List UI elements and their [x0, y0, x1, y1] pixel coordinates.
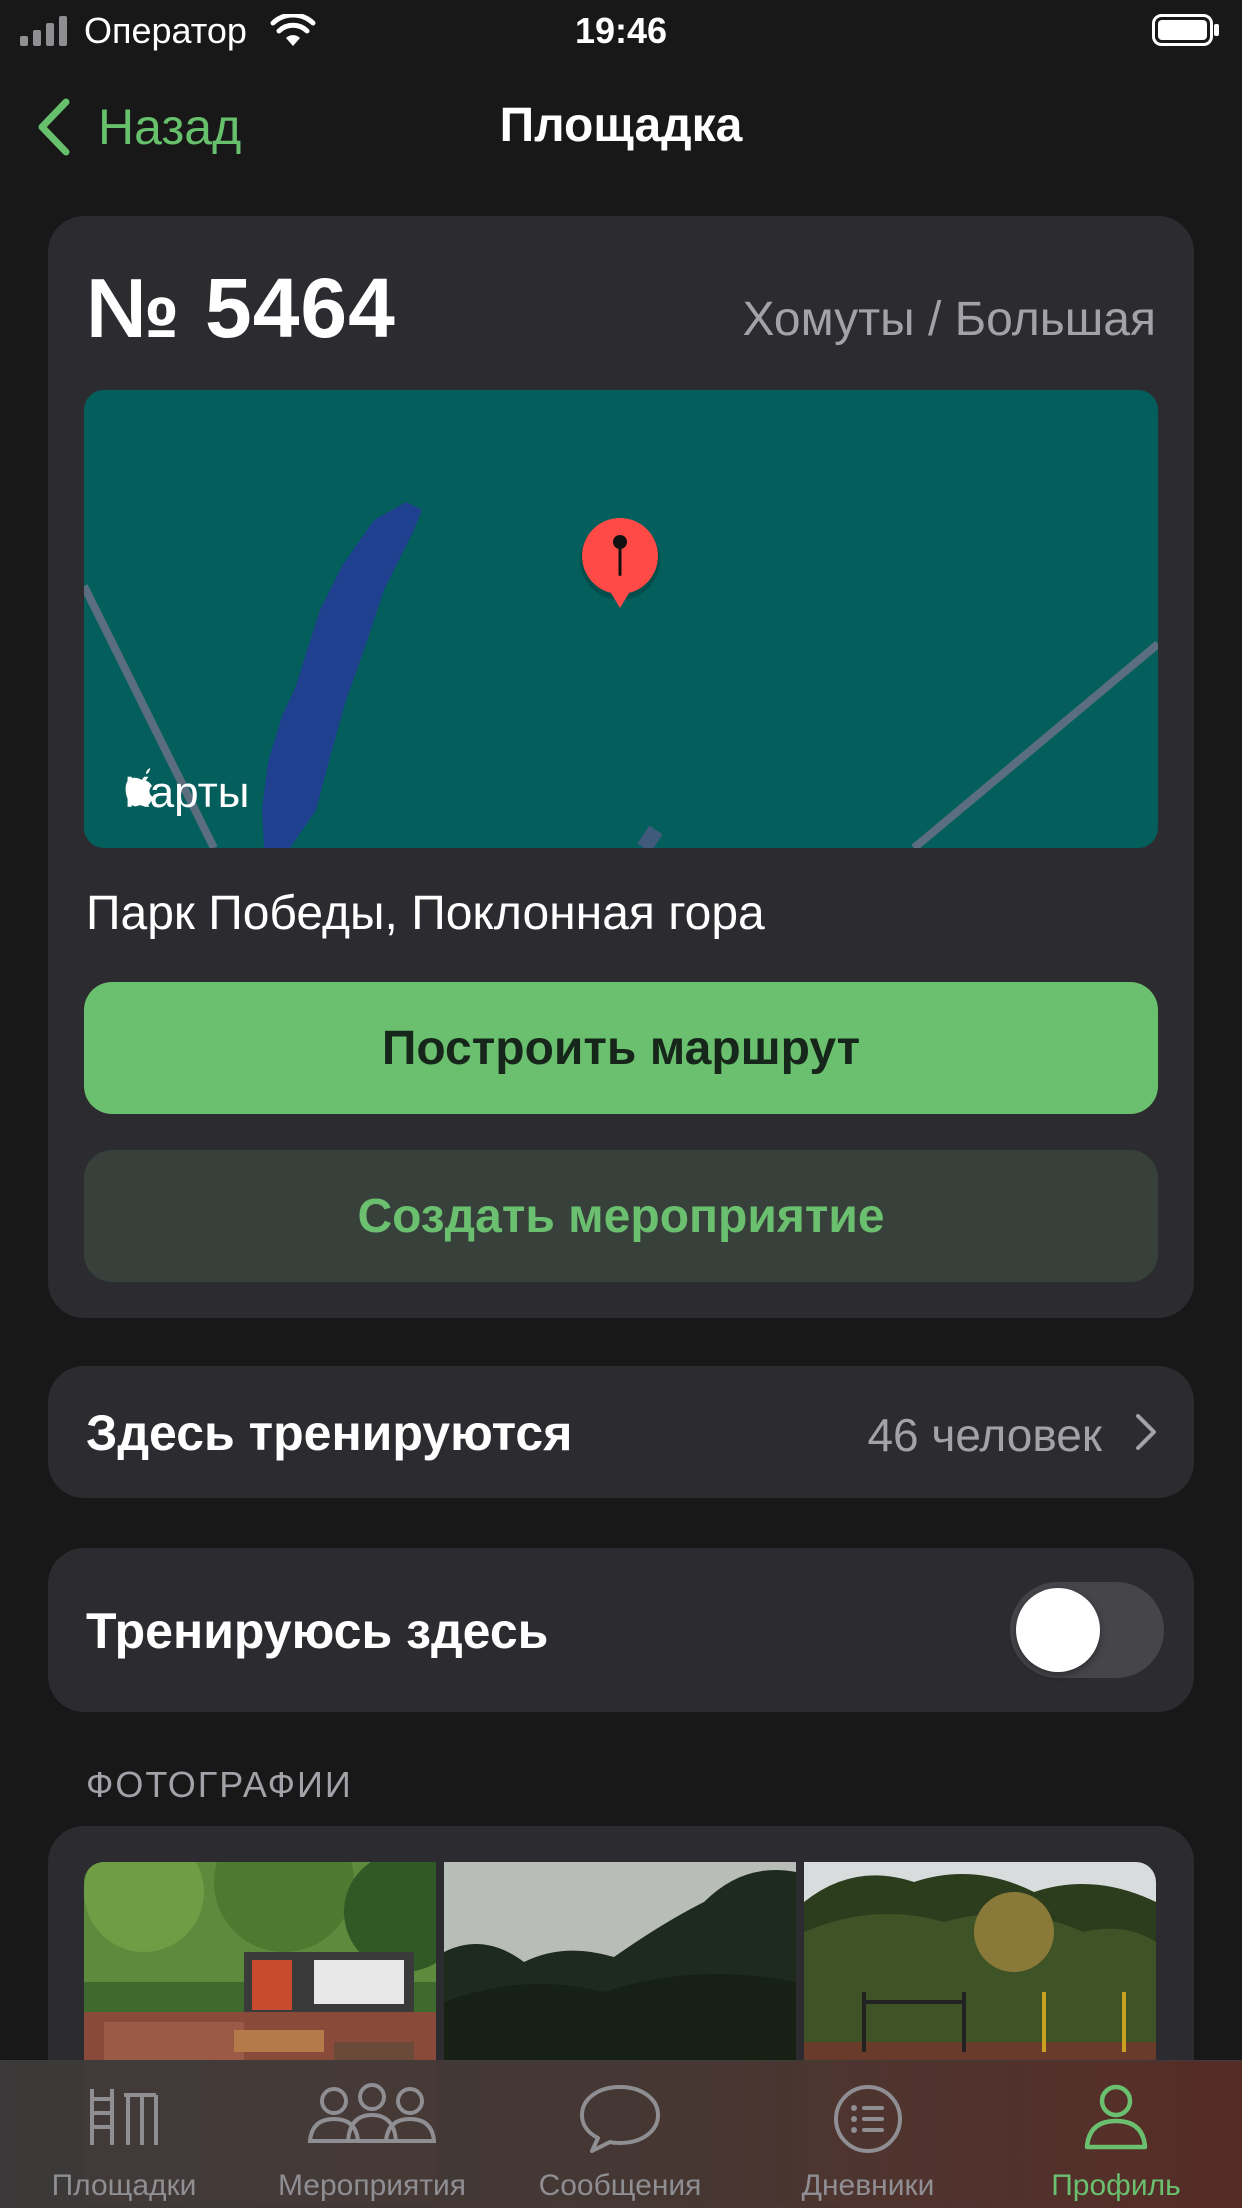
- status-bar: Оператор 19:46: [0, 0, 1242, 62]
- training-here-label: Тренируюсь здесь: [86, 1603, 549, 1659]
- list-icon: [834, 2085, 902, 2153]
- people-icon: [307, 2083, 437, 2143]
- tab-bar: Площадки Мероприятия Сообщения Дневники: [0, 2060, 1242, 2208]
- ground-number: № 5464: [86, 261, 396, 355]
- photos-header: ФОТОГРАФИИ: [86, 1764, 353, 1805]
- apple-logo-icon: [125, 768, 153, 807]
- training-here-row: Тренируюсь здесь: [48, 1548, 1194, 1712]
- tab-events[interactable]: Мероприятия: [248, 2061, 496, 2208]
- map-view[interactable]: Карты: [84, 390, 1158, 848]
- tab-diaries[interactable]: Дневники: [744, 2061, 992, 2208]
- ground-card: № 5464 Хомуты / Большая Карты Парк Побед…: [48, 216, 1194, 1318]
- toggle-knob: [1016, 1588, 1100, 1672]
- map-water: [262, 502, 422, 848]
- tab-label-events: Мероприятия: [277, 2169, 467, 2202]
- trainers-row[interactable]: Здесь тренируются 46 человек: [48, 1366, 1194, 1498]
- create-event-button[interactable]: Создать мероприятие: [84, 1150, 1158, 1282]
- tab-grounds[interactable]: Площадки: [0, 2061, 248, 2208]
- ground-address: Парк Победы, Поклонная гора: [86, 887, 765, 940]
- tab-messages[interactable]: Сообщения: [496, 2061, 744, 2208]
- ladder-icon: [90, 2089, 158, 2145]
- build-route-button[interactable]: Построить маршрут: [84, 982, 1158, 1114]
- status-time: 19:46: [574, 10, 668, 51]
- tab-profile[interactable]: Профиль: [992, 2061, 1240, 2208]
- trainers-label: Здесь тренируются: [86, 1405, 573, 1461]
- training-here-toggle[interactable]: [1010, 1582, 1164, 1678]
- maps-attribution: Карты: [124, 768, 249, 818]
- speech-bubble-icon: [580, 2085, 660, 2153]
- trainers-count: 46 человек: [867, 1409, 1102, 1461]
- chevron-right-icon: [1136, 1414, 1156, 1450]
- page-title: Площадка: [499, 99, 743, 152]
- ground-type: Хомуты / Большая: [742, 293, 1156, 346]
- tab-label-messages: Сообщения: [538, 2169, 702, 2202]
- tab-label-diaries: Дневники: [801, 2169, 935, 2202]
- battery-icon: [1152, 14, 1219, 46]
- person-icon: [1084, 2084, 1148, 2150]
- tab-label-grounds: Площадки: [51, 2169, 197, 2202]
- tab-label-profile: Профиль: [1051, 2169, 1181, 2202]
- map-pin-icon[interactable]: [578, 516, 672, 620]
